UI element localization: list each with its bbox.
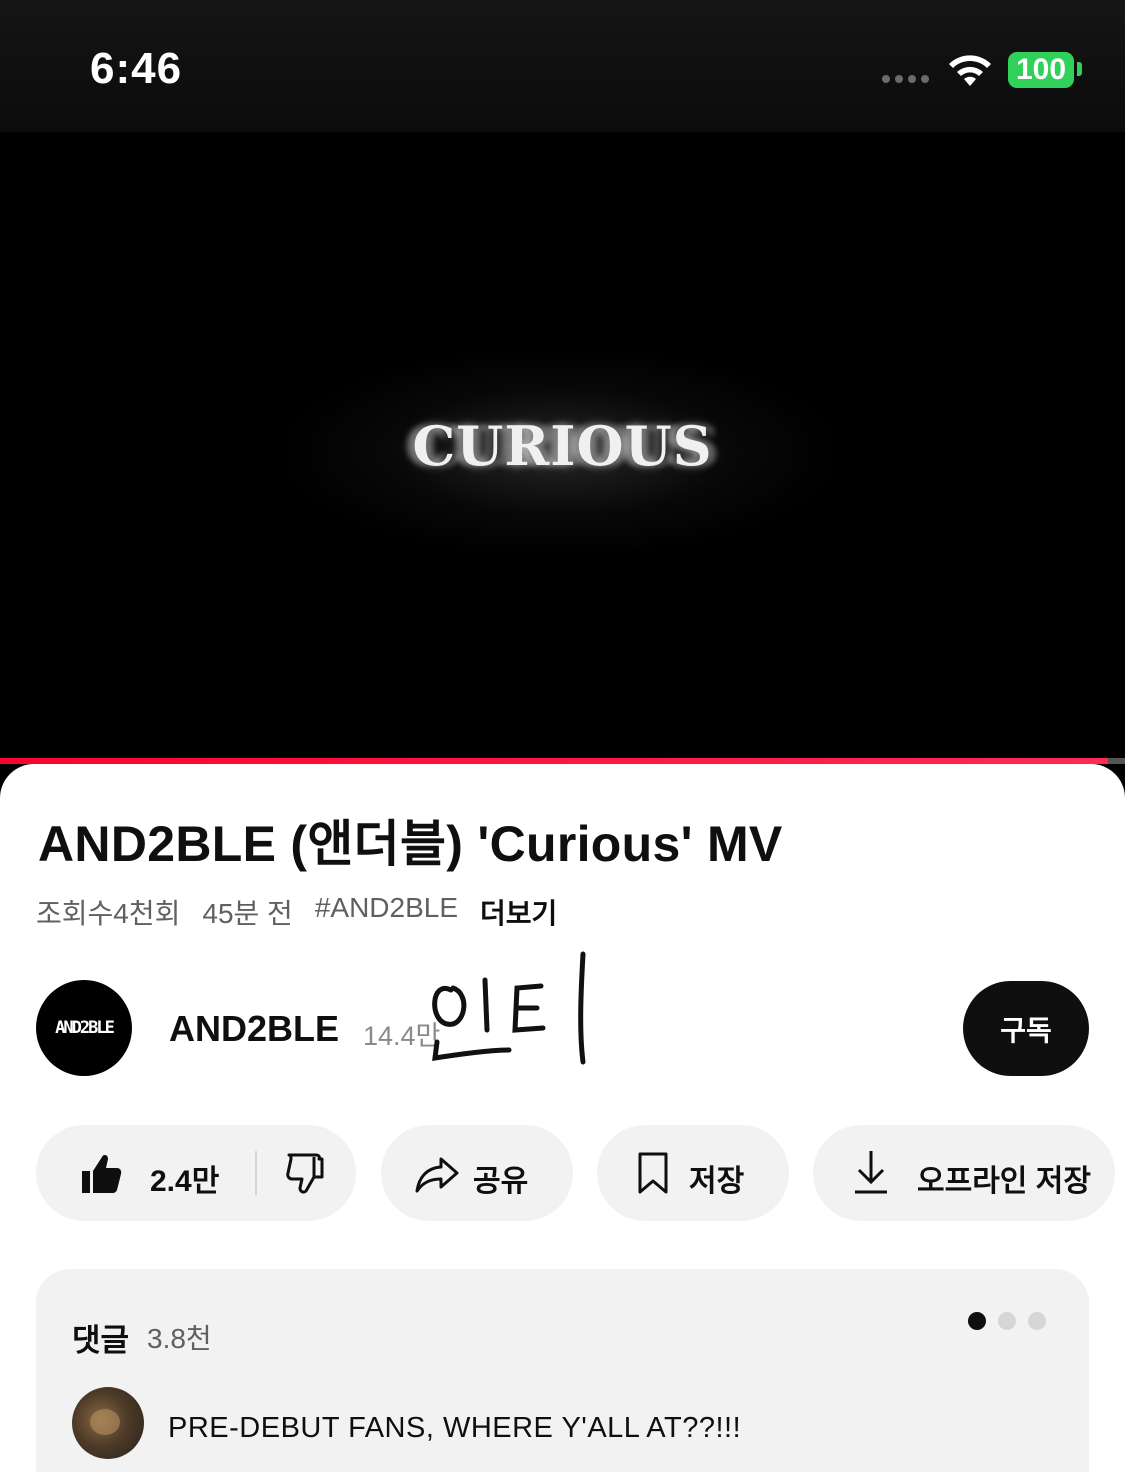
subscribe-button[interactable]: 구독 xyxy=(963,981,1089,1076)
thumbs-up-icon[interactable] xyxy=(80,1151,122,1195)
channel-name[interactable]: AND2BLE xyxy=(169,1008,339,1050)
video-player[interactable]: CURIOUS xyxy=(0,132,1125,760)
channel-row: AND2BLE AND2BLE 14.4만 구독 xyxy=(36,951,1089,1078)
share-button[interactable]: 공유 xyxy=(381,1125,573,1221)
more-link[interactable]: 더보기 xyxy=(480,892,557,932)
comments-title: 댓글 xyxy=(72,1323,130,1358)
like-count[interactable]: 2.4만 xyxy=(150,1156,219,1200)
save-label: 저장 xyxy=(689,1165,745,1198)
status-bar: 6:46 100 xyxy=(0,0,1125,132)
commenter-avatar[interactable] xyxy=(72,1387,144,1459)
offline-save-label: 오프라인 저장 xyxy=(917,1165,1091,1198)
hashtag-link[interactable]: #AND2BLE xyxy=(315,892,458,932)
view-count: 조회수4천회 xyxy=(36,898,181,929)
thumbs-down-icon[interactable] xyxy=(286,1151,326,1195)
battery-tip xyxy=(1077,62,1082,76)
handwritten-annotation xyxy=(432,951,586,1065)
channel-avatar-logo: AND2BLE xyxy=(55,1018,115,1038)
comments-count: 3.8천 xyxy=(147,1323,212,1354)
top-comment-text: PRE-DEBUT FANS, WHERE Y'ALL AT??!!! xyxy=(168,1412,742,1444)
pager-dot xyxy=(968,1312,986,1330)
comments-pager xyxy=(968,1312,1046,1330)
video-meta[interactable]: 조회수4천회 45분 전 #AND2BLE 더보기 xyxy=(36,892,557,932)
offline-save-button[interactable]: 오프라인 저장 xyxy=(813,1125,1115,1221)
share-icon xyxy=(415,1157,459,1193)
chip-divider xyxy=(255,1151,257,1195)
pager-dot xyxy=(1028,1312,1046,1330)
like-dislike-chip: 2.4만 xyxy=(36,1125,356,1221)
video-title[interactable]: AND2BLE (앤더블) 'Curious' MV xyxy=(38,804,783,876)
bookmark-icon xyxy=(638,1152,668,1194)
video-frame-title: CURIOUS xyxy=(412,414,713,478)
upload-age: 45분 전 xyxy=(202,898,293,929)
status-time: 6:46 xyxy=(90,44,183,93)
wifi-icon xyxy=(949,55,991,86)
share-label: 공유 xyxy=(473,1165,529,1198)
save-button[interactable]: 저장 xyxy=(597,1125,789,1221)
pager-dot xyxy=(998,1312,1016,1330)
comments-card[interactable]: 댓글 3.8천 PRE-DEBUT FANS, WHERE Y'ALL AT??… xyxy=(36,1269,1089,1472)
battery-indicator: 100 xyxy=(1008,52,1074,88)
channel-avatar[interactable]: AND2BLE xyxy=(36,980,132,1076)
download-icon xyxy=(855,1151,887,1194)
video-details-sheet: AND2BLE (앤더블) 'Curious' MV 조회수4천회 45분 전 … xyxy=(0,764,1125,1472)
cellular-signal-icon xyxy=(882,75,929,83)
